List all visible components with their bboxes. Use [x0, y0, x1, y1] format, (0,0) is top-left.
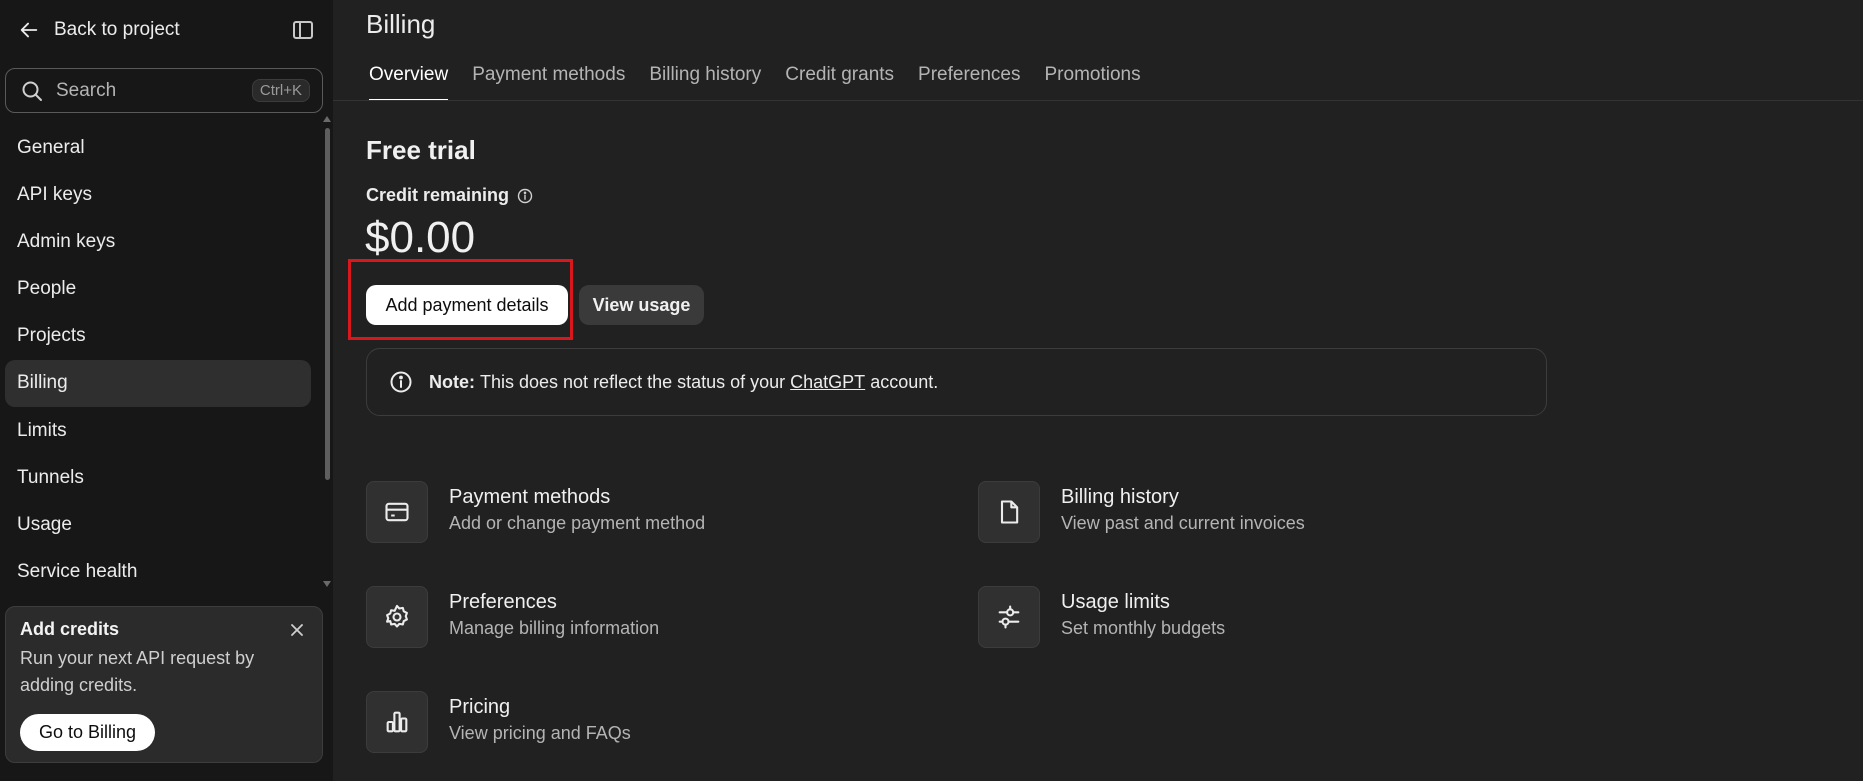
- sidebar: Back to project Search Ctrl+K General AP…: [0, 0, 333, 781]
- card-title: Pricing: [449, 696, 511, 718]
- document-icon: [978, 481, 1040, 543]
- sidebar-item-api-keys[interactable]: API keys: [5, 171, 311, 218]
- chatgpt-link[interactable]: ChatGPT: [790, 372, 865, 393]
- scroll-down-arrow-icon[interactable]: [323, 581, 331, 587]
- search-input[interactable]: Search Ctrl+K: [5, 68, 323, 113]
- gear-icon: [366, 586, 428, 648]
- card-subtitle: View past and current invoices: [1061, 513, 1305, 533]
- bar-chart-icon: [366, 691, 428, 753]
- sidebar-item-usage[interactable]: Usage: [5, 502, 311, 549]
- sidebar-item-limits[interactable]: Limits: [5, 407, 311, 454]
- note-text: This does not reflect the status of your: [480, 371, 786, 392]
- scrollbar-thumb[interactable]: [325, 128, 330, 480]
- usage-limits-card[interactable]: Usage limits Set monthly budgets: [978, 586, 1225, 648]
- page-title: Billing: [366, 9, 436, 39]
- go-to-billing-button[interactable]: Go to Billing: [20, 714, 155, 751]
- credit-remaining-label: Credit remaining: [366, 185, 533, 206]
- pricing-card[interactable]: Pricing View pricing and FAQs: [366, 691, 631, 753]
- sliders-icon: [978, 586, 1040, 648]
- card-title: Payment methods: [449, 486, 611, 508]
- back-to-project-link[interactable]: Back to project: [18, 16, 180, 44]
- tab-promotions[interactable]: Promotions: [1045, 64, 1141, 100]
- plan-title: Free trial: [366, 135, 476, 165]
- card-title: Billing history: [1061, 486, 1179, 508]
- back-to-project-label: Back to project: [54, 19, 180, 40]
- card-title: Usage limits: [1061, 591, 1170, 613]
- add-credits-title: Add credits: [20, 619, 120, 639]
- preferences-card[interactable]: Preferences Manage billing information: [366, 586, 659, 648]
- add-credits-text: Run your next API request by adding cred…: [20, 648, 255, 695]
- billing-history-card[interactable]: Billing history View past and current in…: [978, 481, 1305, 543]
- tab-overview[interactable]: Overview: [369, 64, 449, 101]
- credit-remaining-text: Credit remaining: [366, 185, 510, 205]
- billing-tabs: Overview Payment methods Billing history…: [369, 64, 1165, 101]
- note-prefix: Note:: [429, 371, 475, 392]
- sidebar-item-people[interactable]: People: [5, 266, 311, 313]
- card-subtitle: Add or change payment method: [449, 513, 706, 533]
- scroll-up-arrow-icon[interactable]: [323, 116, 331, 122]
- sidebar-item-general[interactable]: General: [5, 124, 311, 171]
- tabs-divider: [333, 100, 1863, 101]
- main-content: Billing Overview Payment methods Billing…: [333, 0, 1863, 781]
- payment-methods-card[interactable]: Payment methods Add or change payment me…: [366, 481, 705, 543]
- info-circle-icon: [389, 370, 413, 394]
- add-payment-details-button[interactable]: Add payment details: [366, 285, 568, 325]
- tab-billing-history[interactable]: Billing history: [649, 64, 761, 100]
- tab-credit-grants[interactable]: Credit grants: [785, 64, 894, 100]
- note-banner: Note: This does not reflect the status o…: [366, 348, 1547, 416]
- search-shortcut-badge: Ctrl+K: [251, 79, 310, 102]
- sidebar-toggle-icon[interactable]: [291, 18, 315, 42]
- sidebar-nav: General API keys Admin keys People Proje…: [5, 124, 311, 596]
- sidebar-item-billing[interactable]: Billing: [5, 359, 311, 407]
- note-text-end: account.: [870, 371, 939, 392]
- sidebar-item-admin-keys[interactable]: Admin keys: [5, 218, 311, 265]
- card-subtitle: Manage billing information: [449, 618, 660, 638]
- credit-card-icon: [366, 481, 428, 543]
- view-usage-button[interactable]: View usage: [579, 285, 704, 325]
- card-subtitle: Set monthly budgets: [1061, 618, 1226, 638]
- credit-amount: $0.00: [365, 213, 476, 262]
- sidebar-item-service-health[interactable]: Service health: [5, 549, 311, 596]
- sidebar-item-tunnels[interactable]: Tunnels: [5, 454, 311, 501]
- search-icon: [20, 79, 44, 103]
- search-placeholder: Search: [56, 79, 117, 101]
- card-subtitle: View pricing and FAQs: [449, 723, 631, 743]
- tab-payment-methods[interactable]: Payment methods: [472, 64, 625, 100]
- card-title: Preferences: [449, 591, 557, 613]
- sidebar-item-projects[interactable]: Projects: [5, 313, 311, 360]
- sidebar-scrollbar[interactable]: [322, 112, 332, 587]
- info-icon[interactable]: [517, 188, 533, 204]
- add-credits-card: Add credits Run your next API request by…: [5, 606, 323, 763]
- arrow-left-icon: [18, 19, 40, 41]
- close-icon[interactable]: [289, 622, 305, 638]
- tab-preferences[interactable]: Preferences: [918, 64, 1020, 100]
